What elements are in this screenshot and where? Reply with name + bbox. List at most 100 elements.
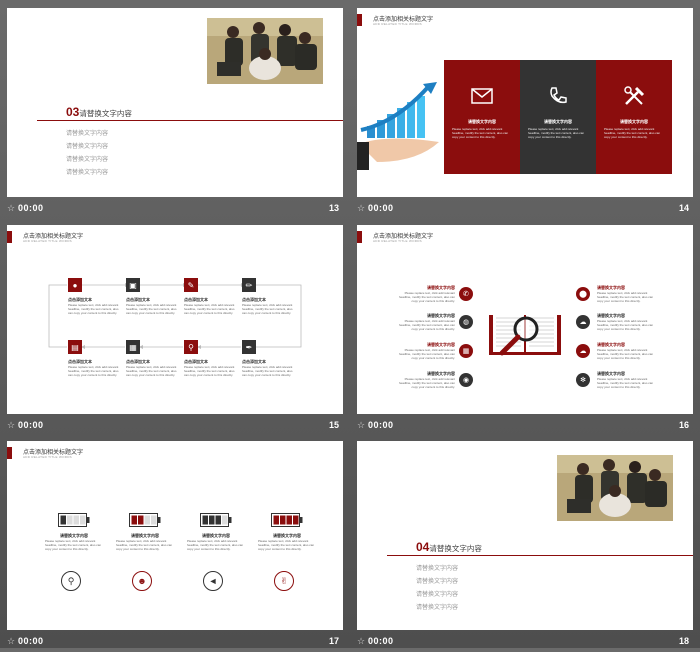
card-1-content: 请替换文字内容 Please replace text, click add r…: [444, 88, 520, 141]
title-accent-bar: [357, 231, 362, 243]
slide-number: 18: [678, 636, 689, 646]
feature-body: Please replace text, click add relevant …: [398, 291, 455, 303]
slide-number: 14: [678, 203, 689, 213]
timing-star-icon: ☆: [7, 420, 16, 430]
location-icon: ⬤: [576, 287, 590, 301]
envelope-icon: [471, 88, 493, 104]
slide-subtitle: ADD RELATED TITLE WORDS: [23, 455, 72, 459]
toc-item: 请替换文字内容: [66, 131, 109, 137]
battery-icon: [58, 513, 90, 532]
slide-number: 13: [328, 203, 339, 213]
slide-time: 00:00: [368, 420, 394, 430]
slide-13-canvas: 03请替换文字内容 请替换文字内容 请替换文字内容 请替换文字内容 请替换文字内…: [7, 8, 343, 197]
slide-16-canvas: 点击添加相关标题文字 ADD RELATED TITLE WORDS ✆ ◍ ▦…: [357, 225, 693, 414]
slide-number: 16: [678, 420, 689, 430]
section-number: 04: [416, 540, 430, 554]
hand-growth-chart-illustration: [357, 82, 443, 172]
step-text: 点击添加文本 Please replace text, click add rel…: [126, 359, 178, 377]
feature-text: 请替换文字内容 Please replace text, click add re…: [395, 313, 455, 331]
toc-item: 请替换文字内容: [66, 157, 109, 163]
feature-text: 请替换文字内容 Please replace text, click add re…: [597, 285, 659, 303]
slide-thumbnail-13[interactable]: 03请替换文字内容 请替换文字内容 请替换文字内容 请替换文字内容 请替换文字内…: [7, 8, 343, 219]
step-text: 点击添加文本 Please replace text, click add rel…: [242, 297, 294, 315]
slide-18-canvas: 04请替换文字内容 请替换文字内容 请替换文字内容 请替换文字内容 请替换文字内…: [357, 441, 693, 630]
title-accent-bar: [357, 14, 362, 26]
toc-item: 请替换文字内容: [66, 170, 109, 176]
timing-star-icon: ☆: [357, 203, 366, 213]
feature-body: Please replace text, click add relevant …: [398, 319, 455, 331]
tools-icon: [624, 86, 645, 105]
book-magnifier-illustration: [488, 311, 562, 357]
level-body: Please replace text, click add relevant …: [187, 539, 244, 551]
printer-icon: ▦: [126, 340, 140, 354]
level-body: Please replace text, click add relevant …: [258, 539, 315, 551]
wrench-icon: ✎: [184, 278, 198, 292]
feature-text: 请替换文字内容 Please replace text, click add re…: [597, 313, 659, 331]
level-text: 请替换文字内容 Please replace text, click add re…: [258, 533, 316, 551]
slide-17-footer: ☆ 00:00 17: [7, 630, 343, 652]
feature-text: 请替换文字内容 Please replace text, click add re…: [597, 342, 659, 360]
feature-text: 请替换文字内容 Please replace text, click add re…: [395, 342, 455, 360]
slide-time: 00:00: [368, 636, 394, 646]
toc-list: 请替换文字内容 请替换文字内容 请替换文字内容 请替换文字内容: [416, 563, 458, 615]
slide-14-footer: ☆ 00:00 14: [357, 197, 693, 219]
card-3-content: 请替换文字内容 Please replace text, click add r…: [596, 86, 672, 141]
step-body: Please replace text, click add relevant …: [68, 365, 119, 377]
slide-thumbnail-15[interactable]: 点击添加相关标题文字 ADD RELATED TITLE WORDS ● ▣ ✎…: [7, 225, 343, 436]
feature-text: 请替换文字内容 Please replace text, click add re…: [395, 371, 455, 389]
slide-thumbnail-16[interactable]: 点击添加相关标题文字 ADD RELATED TITLE WORDS ✆ ◍ ▦…: [357, 225, 693, 436]
slide-thumbnail-14[interactable]: 点击添加相关标题文字 ADD RELATED TITLE WORDS 请替换文字…: [357, 8, 693, 219]
level-text: 请替换文字内容 Please replace text, click add re…: [187, 533, 245, 551]
card-body: Please replace text, click add relevant …: [604, 127, 661, 139]
level-text: 请替换文字内容 Please replace text, click add re…: [45, 533, 103, 551]
step-text: 点击添加文本 Please replace text, click add rel…: [68, 359, 120, 377]
slide-thumbnail-18[interactable]: 04请替换文字内容 请替换文字内容 请替换文字内容 请替换文字内容 请替换文字内…: [357, 441, 693, 652]
cloud-upload-icon: ☁: [576, 315, 590, 329]
feature-text: 请替换文字内容 Please replace text, click add re…: [597, 371, 659, 389]
slide-14-canvas: 点击添加相关标题文字 ADD RELATED TITLE WORDS 请替换文字…: [357, 8, 693, 197]
feature-body: Please replace text, click add relevant …: [597, 319, 654, 331]
section-title: 请替换文字内容: [79, 109, 132, 118]
slide-time: 00:00: [368, 203, 394, 213]
search-icon: ⚲: [184, 340, 198, 354]
timing-star-icon: ☆: [7, 203, 16, 213]
section-heading: 04请替换文字内容: [416, 538, 482, 556]
feature-body: Please replace text, click add relevant …: [597, 348, 654, 360]
step-body: Please replace text, click add relevant …: [184, 303, 235, 315]
level-body: Please replace text, click add relevant …: [45, 539, 102, 551]
cloud-icon: ☁: [576, 344, 590, 358]
step-body: Please replace text, click add relevant …: [184, 365, 235, 377]
feature-text: 请替换文字内容 Please replace text, click add re…: [395, 285, 455, 303]
team-photo: [557, 455, 673, 521]
lock-icon: ▣: [126, 278, 140, 292]
feature-body: Please replace text, click add relevant …: [597, 291, 654, 303]
phone-icon: [550, 87, 567, 104]
slide-subtitle: ADD RELATED TITLE WORDS: [373, 22, 422, 26]
pencil-icon: ✏: [242, 278, 256, 292]
thumbs-up-icon: ✌: [274, 571, 294, 591]
slide-thumbnail-17[interactable]: 点击添加相关标题文字 ADD RELATED TITLE WORDS 请替换文字…: [7, 441, 343, 652]
section-heading: 03请替换文字内容: [66, 103, 132, 121]
slide-16-footer: ☆ 00:00 16: [357, 414, 693, 436]
slide-18-footer: ☆ 00:00 18: [357, 630, 693, 652]
slide-15-canvas: 点击添加相关标题文字 ADD RELATED TITLE WORDS ● ▣ ✎…: [7, 225, 343, 414]
feature-body: Please replace text, click add relevant …: [398, 348, 455, 360]
search-icon: ⚲: [61, 571, 81, 591]
timing-star-icon: ☆: [357, 420, 366, 430]
card-body: Please replace text, click add relevant …: [528, 127, 585, 139]
slide-number: 15: [328, 420, 339, 430]
feature-body: Please replace text, click add relevant …: [398, 377, 455, 389]
battery-icon: [200, 513, 232, 532]
step-body: Please replace text, click add relevant …: [242, 365, 293, 377]
toc-item: 请替换文字内容: [416, 592, 459, 598]
pen-icon: ✒: [242, 340, 256, 354]
timing-star-icon: ☆: [357, 636, 366, 646]
toc-item: 请替换文字内容: [416, 579, 459, 585]
team-photo: [207, 18, 323, 84]
step-body: Please replace text, click add relevant …: [126, 303, 177, 315]
slide-number: 17: [328, 636, 339, 646]
section-number: 03: [66, 105, 80, 119]
phone-icon: ✆: [459, 287, 473, 301]
slide-13-footer: ☆ 00:00 13: [7, 197, 343, 219]
users-icon: ☻: [132, 571, 152, 591]
